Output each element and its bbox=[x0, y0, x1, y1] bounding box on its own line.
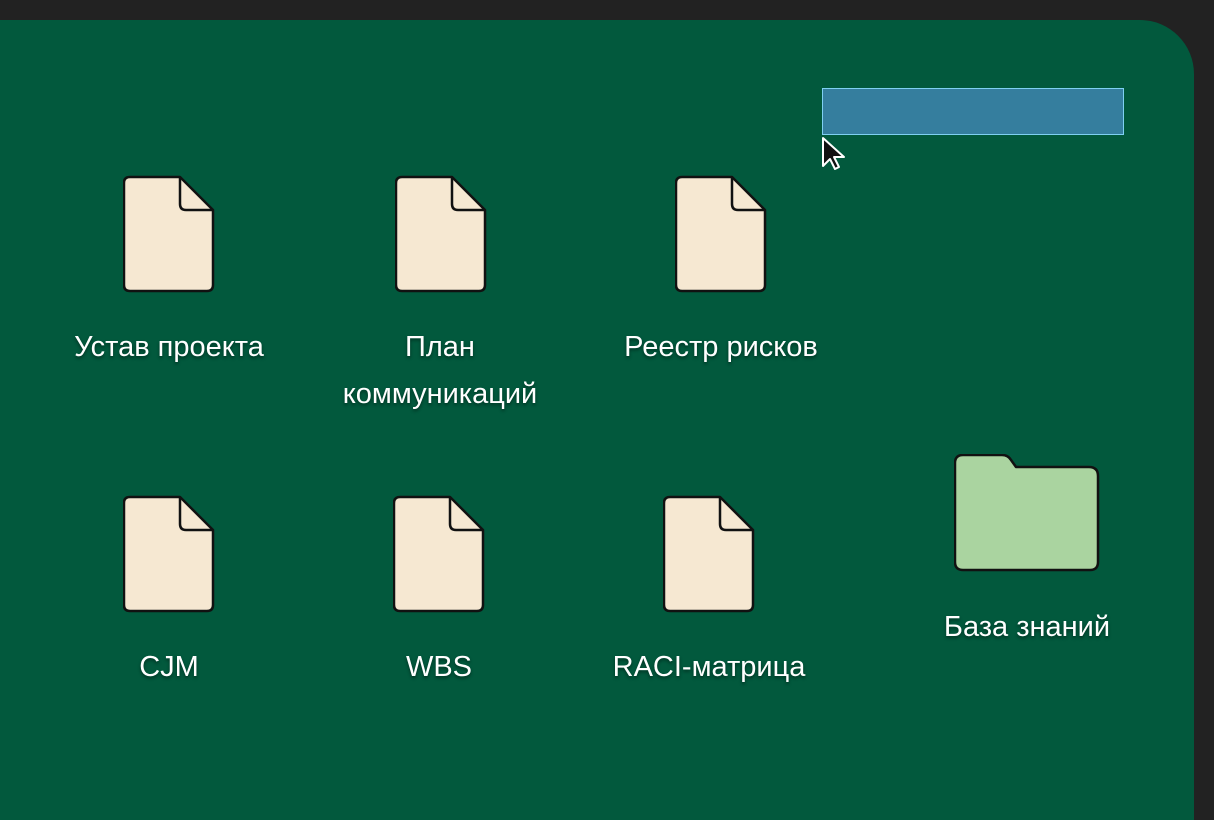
file-label-wbs[interactable]: WBS bbox=[339, 644, 539, 691]
document-icon[interactable] bbox=[393, 495, 485, 613]
document-icon[interactable] bbox=[663, 495, 755, 613]
mouse-cursor-icon bbox=[822, 137, 845, 170]
file-label-cjm[interactable]: CJM bbox=[69, 644, 269, 691]
folder-label-knowledge-base[interactable]: База знаний bbox=[912, 604, 1142, 651]
file-label-communication-plan[interactable]: План коммуникаций bbox=[305, 324, 575, 418]
document-icon[interactable] bbox=[123, 495, 215, 613]
file-label-project-charter[interactable]: Устав проекта bbox=[40, 324, 298, 371]
file-label-raci-matrix[interactable]: RACI-матрица bbox=[579, 644, 839, 691]
folder-icon[interactable] bbox=[954, 454, 1100, 574]
device-frame: Устав проекта План коммуникаций Реестр р… bbox=[0, 0, 1214, 820]
desktop-area[interactable]: Устав проекта План коммуникаций Реестр р… bbox=[0, 20, 1194, 820]
document-icon[interactable] bbox=[675, 175, 767, 293]
document-icon[interactable] bbox=[123, 175, 215, 293]
document-icon[interactable] bbox=[395, 175, 487, 293]
file-label-risk-register[interactable]: Реестр рисков bbox=[585, 324, 857, 371]
selection-rectangle bbox=[822, 88, 1124, 135]
